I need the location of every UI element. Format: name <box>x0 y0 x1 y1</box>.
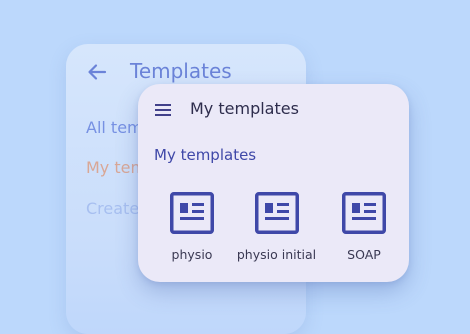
hamburger-menu-icon[interactable] <box>155 104 171 116</box>
template-document-icon <box>170 192 214 234</box>
section-label: My templates <box>154 146 257 164</box>
templates-title: Templates <box>130 59 232 83</box>
template-tile-soap[interactable]: SOAP <box>319 192 409 272</box>
template-tile-physio-initial[interactable]: physio initial <box>219 192 334 272</box>
arrow-left-icon[interactable] <box>86 61 108 83</box>
template-document-icon <box>254 192 299 234</box>
template-document-icon <box>342 192 386 234</box>
my-templates-card: My templates My templates physio physio … <box>138 84 409 282</box>
nav-item-created[interactable]: Create <box>86 199 139 218</box>
template-label: SOAP <box>347 247 381 262</box>
card-title: My templates <box>190 99 299 118</box>
nav-item-all-templates[interactable]: All tem <box>86 118 143 137</box>
template-label: physio initial <box>236 247 317 262</box>
